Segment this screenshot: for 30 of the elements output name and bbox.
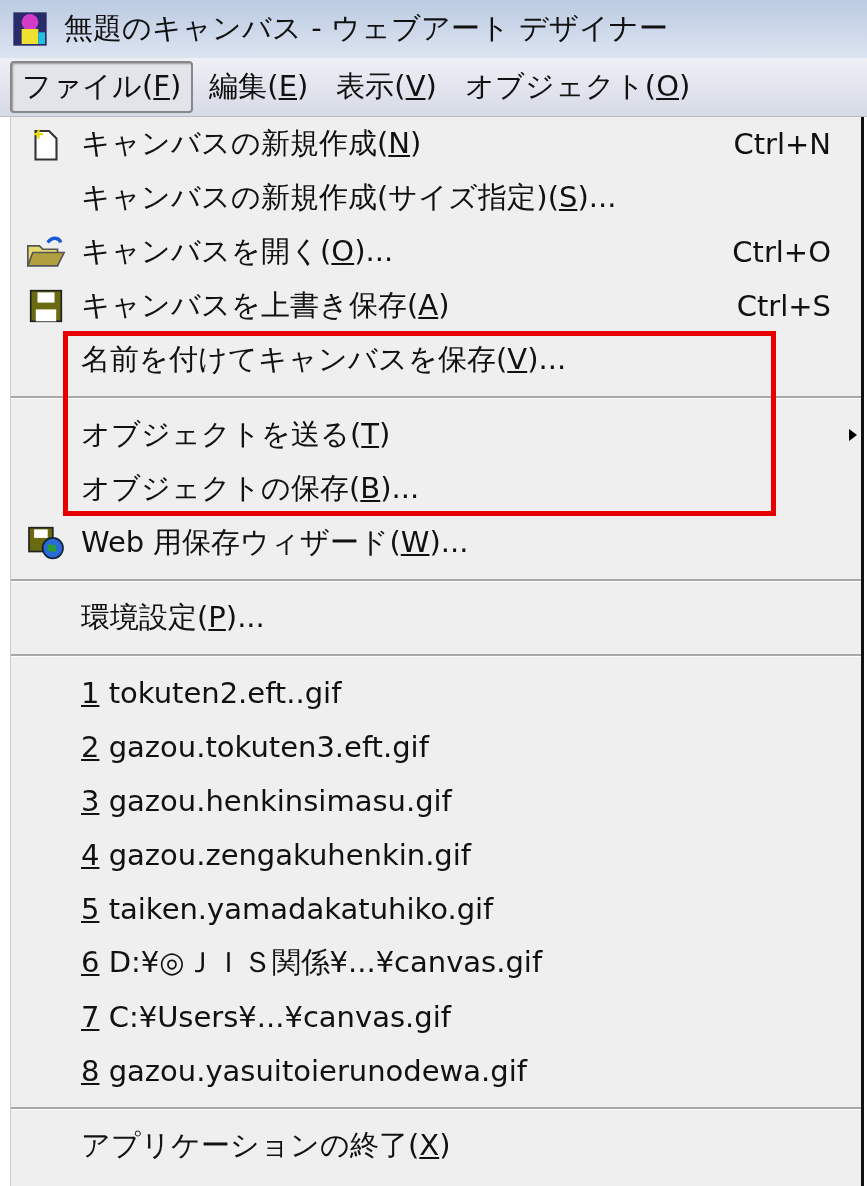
menu-item[interactable]: 環境設定(P)... <box>11 591 861 645</box>
menu-bar-item[interactable]: 編集(E) <box>197 61 321 113</box>
menu-item[interactable]: キャンバスの新規作成(N) Ctrl+N <box>11 117 861 171</box>
menu-bar-item[interactable]: 表示(V) <box>324 61 449 113</box>
menu-item[interactable]: Web 用保存ウィザード(W)... <box>11 516 861 570</box>
floppy-globe-icon <box>27 526 65 560</box>
menu-item[interactable]: 6 D:¥◎ＪＩＳ関係¥...¥canvas.gif <box>11 936 861 990</box>
open-folder-icon <box>26 235 66 269</box>
menu-item[interactable]: 名前を付けてキャンバスを保存(V)... <box>11 333 861 387</box>
menu-item[interactable]: キャンバスを開く(O)... Ctrl+O <box>11 225 861 279</box>
menu-item[interactable]: 2 gazou.tokuten3.eft.gif <box>11 720 861 774</box>
menu-item[interactable]: 8 gazou.yasuitoierunodewa.gif <box>11 1044 861 1098</box>
shortcut-text: Ctrl+O <box>732 235 832 269</box>
shortcut-text: Ctrl+S <box>736 289 832 323</box>
menu-item[interactable]: アプリケーションの終了(X) <box>11 1119 861 1173</box>
menu-item[interactable]: オブジェクトを送る(T) <box>11 408 861 462</box>
menu-item[interactable]: 3 gazou.henkinsimasu.gif <box>11 774 861 828</box>
menu-item[interactable]: 4 gazou.zengakuhenkin.gif <box>11 828 861 882</box>
window-title: 無題のキャンバス - ウェブアート デザイナー <box>64 10 669 47</box>
new-document-icon <box>31 127 61 161</box>
menu-item[interactable]: キャンバスの新規作成(サイズ指定)(S)... <box>11 171 861 225</box>
menu-item[interactable]: 7 C:¥Users¥...¥canvas.gif <box>11 990 861 1044</box>
menu-item[interactable]: 5 taiken.yamadakatuhiko.gif <box>11 882 861 936</box>
menu-item[interactable]: 1 tokuten2.eft..gif <box>11 666 861 720</box>
menu-item[interactable]: オブジェクトの保存(B)... <box>11 462 861 516</box>
menu-bar-item[interactable]: オブジェクト(O) <box>452 61 703 113</box>
menu-bar-item[interactable]: ファイル(F) <box>10 61 194 113</box>
menu-item[interactable]: キャンバスを上書き保存(A) Ctrl+S <box>11 279 861 333</box>
app-icon <box>10 9 50 49</box>
shortcut-text: Ctrl+N <box>733 127 832 161</box>
